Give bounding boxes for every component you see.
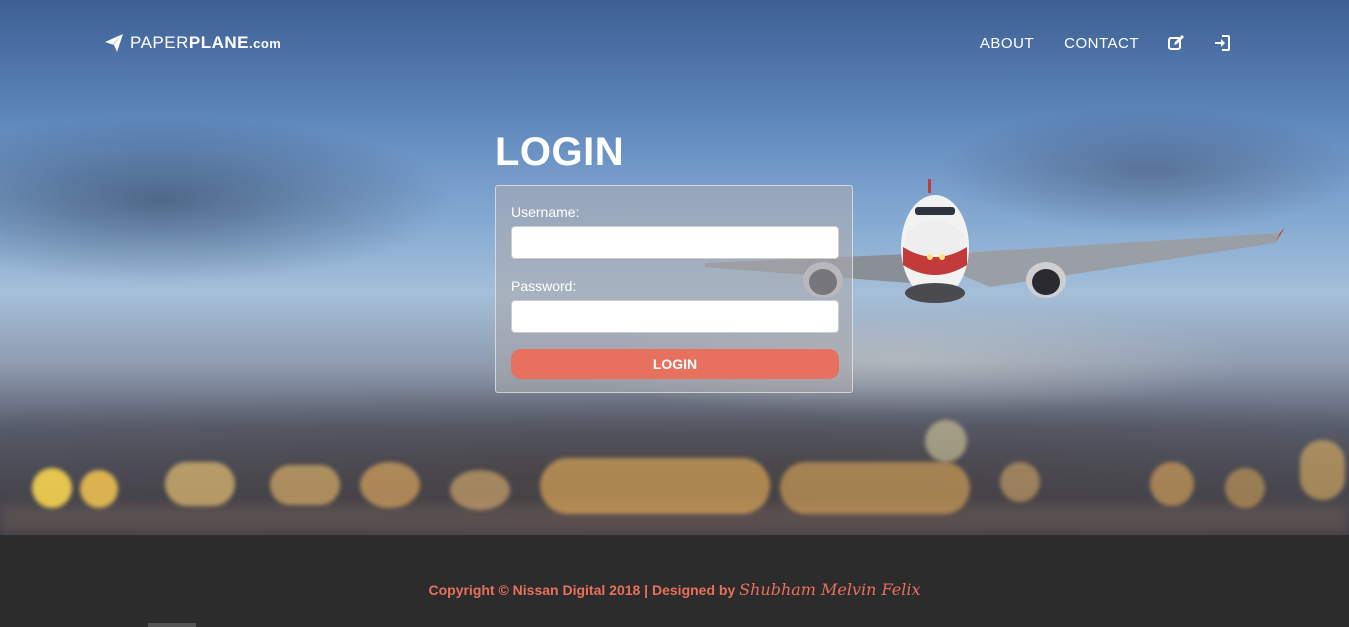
bokeh-light xyxy=(780,462,970,514)
login-form: Username: Password: LOGIN xyxy=(495,185,853,393)
password-field[interactable] xyxy=(511,300,839,333)
bokeh-light xyxy=(450,470,510,510)
bokeh-light xyxy=(1150,462,1194,506)
bokeh-light xyxy=(925,420,967,462)
edit-icon[interactable] xyxy=(1167,34,1185,52)
bokeh-light xyxy=(165,462,235,506)
username-field[interactable] xyxy=(511,226,839,259)
bokeh-light xyxy=(360,462,420,508)
username-label: Username: xyxy=(511,204,580,220)
scrollbar-hint xyxy=(148,623,196,627)
nav-about-link[interactable]: ABOUT xyxy=(980,35,1034,52)
bokeh-light xyxy=(270,465,340,505)
brand-logo-link[interactable]: PAPER PLANE .com xyxy=(104,33,281,53)
paper-plane-icon xyxy=(105,34,123,52)
password-label: Password: xyxy=(511,278,577,294)
nav-contact-link[interactable]: CONTACT xyxy=(1064,35,1139,52)
bokeh-light xyxy=(540,458,770,514)
copyright-text: Copyright © Nissan Digital 2018 | Design… xyxy=(428,582,740,598)
page-title: LOGIN xyxy=(495,130,625,174)
bokeh-light xyxy=(32,468,72,508)
bokeh-light xyxy=(1000,462,1040,502)
designer-name: Shubham Melvin Felix xyxy=(739,580,921,599)
brand-name-bold: PLANE xyxy=(188,33,249,52)
bokeh-light xyxy=(80,470,118,508)
login-icon[interactable] xyxy=(1213,34,1231,52)
bokeh-light xyxy=(1225,468,1265,508)
bokeh-light xyxy=(1300,440,1345,500)
top-nav: ABOUT CONTACT xyxy=(950,34,1231,52)
footer-copyright: Copyright © Nissan Digital 2018 | Design… xyxy=(0,580,1349,599)
login-button[interactable]: LOGIN xyxy=(511,349,839,379)
brand-tld: .com xyxy=(249,35,282,51)
footer: Copyright © Nissan Digital 2018 | Design… xyxy=(0,535,1349,627)
brand-name-light: PAPER xyxy=(130,33,189,52)
